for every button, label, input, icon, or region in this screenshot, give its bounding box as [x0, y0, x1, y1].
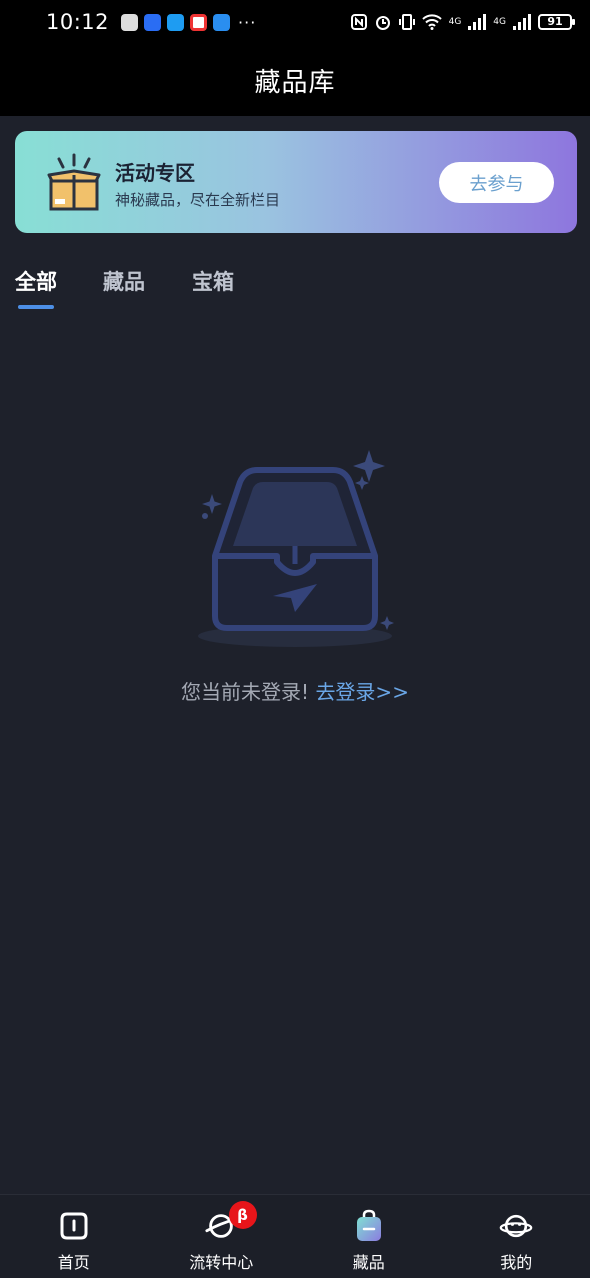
app-header: 藏品库 [0, 44, 590, 116]
banner-title: 活动专区 [115, 161, 195, 185]
wifi-icon [421, 14, 442, 30]
vibrate-icon [398, 14, 415, 30]
tab-collections[interactable]: 藏品 [103, 266, 145, 296]
arrow-app-icon [213, 13, 231, 31]
not-logged-in-message: 您当前未登录! [181, 680, 310, 704]
tab-treasure-box[interactable]: 宝箱 [192, 266, 234, 296]
reddit-app-icon [190, 13, 208, 31]
battery-icon: 91 [538, 14, 575, 30]
beta-badge: β [228, 1201, 257, 1229]
network-type-1: 4G [448, 17, 462, 27]
page-title: 藏品库 [254, 67, 336, 98]
alarm-icon [375, 16, 390, 30]
nav-label-home: 首页 [57, 1253, 90, 1272]
status-indicators: 4G 4G 91 [350, 13, 575, 31]
login-link[interactable]: 去登录>> [315, 680, 409, 704]
signal-icon-2 [513, 14, 531, 30]
nav-item-collections[interactable]: 藏品 [295, 1195, 443, 1278]
tab-active-indicator [18, 305, 54, 309]
collection-bag-icon [352, 1209, 386, 1243]
nav-item-home[interactable]: 首页 [0, 1195, 148, 1278]
nav-label-collections: 藏品 [352, 1253, 385, 1272]
nav-label-circulation: 流转中心 [189, 1253, 254, 1272]
battery-level: 91 [547, 15, 563, 28]
nfc-icon [350, 14, 367, 30]
gift-box-icon [47, 153, 101, 211]
status-more-icon: ··· [238, 12, 257, 32]
bulb-app-icon [144, 13, 162, 31]
bottom-nav: 首页 β 流转中心 藏品 我的 [0, 1194, 590, 1278]
join-button[interactable]: 去参与 [439, 162, 554, 203]
empty-state-text: 您当前未登录! 去登录>> [0, 676, 590, 705]
profile-planet-icon [499, 1209, 533, 1243]
nav-label-profile: 我的 [500, 1253, 533, 1272]
home-icon [57, 1209, 91, 1243]
status-bar: 10:12 ··· 4G 4G 91 [0, 0, 590, 44]
status-app-icons [121, 13, 231, 31]
signal-icon [468, 14, 487, 30]
nav-item-profile[interactable]: 我的 [443, 1195, 590, 1278]
nav-item-circulation[interactable]: β 流转中心 [148, 1195, 296, 1278]
empty-inbox-icon [198, 450, 394, 647]
app-notification-icon [121, 13, 139, 31]
activity-banner[interactable]: 活动专区 神秘藏品，尽在全新栏目 去参与 [15, 131, 577, 233]
status-time: 10:12 [46, 10, 110, 34]
search-app-icon [167, 13, 185, 31]
tab-all[interactable]: 全部 [15, 266, 57, 296]
network-type-2: 4G [493, 17, 506, 27]
banner-subtitle: 神秘藏品，尽在全新栏目 [115, 191, 281, 209]
